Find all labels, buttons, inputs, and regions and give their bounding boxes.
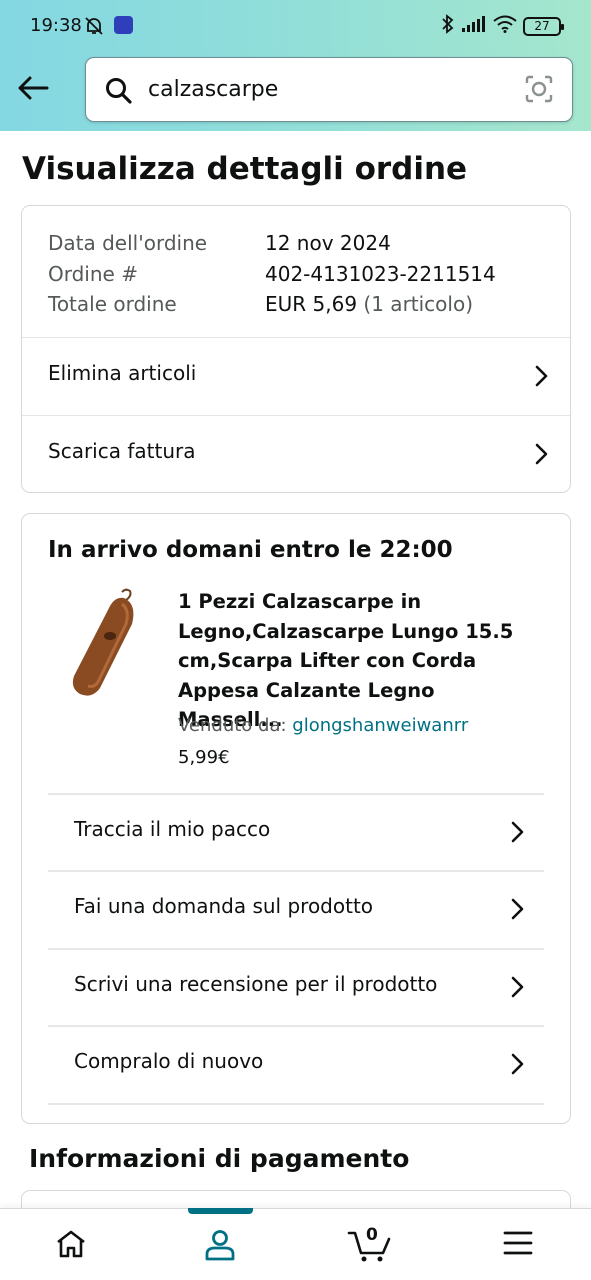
page-title: Visualizza dettagli ordine bbox=[22, 151, 468, 187]
home-icon bbox=[57, 1230, 85, 1258]
order-number-label: Ordine # bbox=[48, 261, 138, 286]
track-package-label: Traccia il mio pacco bbox=[74, 817, 271, 841]
order-total-value: EUR 5,69 (1 articolo) bbox=[265, 289, 473, 320]
seller-link[interactable]: glongshanweiwanrr bbox=[292, 715, 468, 736]
delete-items-link[interactable]: Elimina articoli bbox=[22, 338, 570, 415]
battery-icon: 27 bbox=[523, 16, 564, 36]
shipment-card: In arrivo domani entro le 22:00 1 Pezzi … bbox=[21, 513, 571, 1124]
product-image[interactable] bbox=[62, 584, 152, 704]
nav-cart[interactable]: 0 bbox=[320, 1209, 420, 1280]
active-tab-indicator bbox=[188, 1208, 253, 1214]
signal-icon bbox=[461, 15, 487, 37]
seller-label: Venduto da: bbox=[178, 715, 293, 736]
buy-again-label: Compralo di nuovo bbox=[74, 1049, 264, 1073]
chevron-right-icon bbox=[511, 821, 524, 843]
order-total-items: (1 articolo) bbox=[363, 292, 474, 316]
chevron-right-icon bbox=[535, 365, 548, 387]
payment-heading: Informazioni di pagamento bbox=[29, 1144, 410, 1173]
status-bar: 19:38 27 bbox=[0, 0, 591, 52]
download-invoice-link[interactable]: Scarica fattura bbox=[22, 416, 570, 493]
chevron-right-icon bbox=[535, 443, 548, 465]
divider bbox=[48, 1103, 544, 1105]
delete-items-label: Elimina articoli bbox=[48, 361, 197, 385]
buy-again-link[interactable]: Compralo di nuovo bbox=[22, 1027, 572, 1103]
chevron-right-icon bbox=[511, 898, 524, 920]
cart-icon bbox=[347, 1231, 391, 1262]
seller-info: Venduto da: glongshanweiwanrr bbox=[178, 715, 468, 736]
product-title[interactable]: 1 Pezzi Calzascarpe in Legno,Calzascarpe… bbox=[178, 587, 543, 735]
back-arrow-icon bbox=[18, 76, 49, 100]
bluetooth-icon bbox=[441, 14, 455, 38]
account-icon bbox=[205, 1230, 235, 1261]
battery-level: 27 bbox=[534, 19, 550, 33]
nexi-app-icon bbox=[114, 16, 133, 34]
status-icons: 27 bbox=[441, 14, 564, 38]
search-bar[interactable]: calzascarpe bbox=[85, 57, 573, 122]
order-number-value: 402-4131023-2211514 bbox=[265, 261, 496, 286]
product-price: 5,99€ bbox=[178, 747, 230, 768]
order-date-value: 12 nov 2024 bbox=[265, 231, 391, 255]
nav-account[interactable] bbox=[170, 1208, 270, 1280]
wifi-icon bbox=[493, 15, 517, 37]
chevron-right-icon bbox=[511, 976, 524, 998]
nav-menu[interactable] bbox=[468, 1209, 568, 1280]
search-icon[interactable] bbox=[104, 76, 134, 110]
status-time: 19:38 bbox=[30, 15, 82, 36]
order-total-label: Totale ordine bbox=[48, 292, 177, 316]
menu-icon bbox=[503, 1231, 533, 1255]
order-date-row: Data dell'ordine 12 nov 2024 bbox=[48, 228, 496, 259]
order-number-row: Ordine # 402-4131023-2211514 bbox=[48, 259, 496, 290]
search-input[interactable]: calzascarpe bbox=[148, 77, 278, 102]
delivery-heading: In arrivo domani entro le 22:00 bbox=[48, 537, 453, 563]
order-total-row: Totale ordine EUR 5,69 (1 articolo) bbox=[48, 289, 496, 320]
order-summary-card: Data dell'ordine 12 nov 2024 Ordine # 40… bbox=[21, 205, 571, 493]
top-bar: 19:38 27 calzascarpe bbox=[0, 0, 591, 131]
write-review-link[interactable]: Scrivi una recensione per il prodotto bbox=[22, 950, 572, 1026]
mute-bell-icon bbox=[83, 15, 105, 41]
order-date-label: Data dell'ordine bbox=[48, 231, 208, 255]
ask-question-link[interactable]: Fai una domanda sul prodotto bbox=[22, 872, 572, 948]
back-button[interactable] bbox=[15, 70, 51, 106]
order-total-amount: EUR 5,69 bbox=[265, 292, 358, 316]
track-package-link[interactable]: Traccia il mio pacco bbox=[22, 795, 572, 871]
chevron-right-icon bbox=[511, 1053, 524, 1075]
order-info: Data dell'ordine 12 nov 2024 Ordine # 40… bbox=[48, 228, 496, 320]
bottom-nav: 0 bbox=[0, 1208, 591, 1280]
write-review-label: Scrivi una recensione per il prodotto bbox=[74, 972, 438, 996]
ask-question-label: Fai una domanda sul prodotto bbox=[74, 894, 374, 918]
download-invoice-label: Scarica fattura bbox=[48, 439, 196, 463]
nav-home[interactable] bbox=[21, 1209, 121, 1280]
camera-scan-icon[interactable] bbox=[524, 74, 554, 108]
